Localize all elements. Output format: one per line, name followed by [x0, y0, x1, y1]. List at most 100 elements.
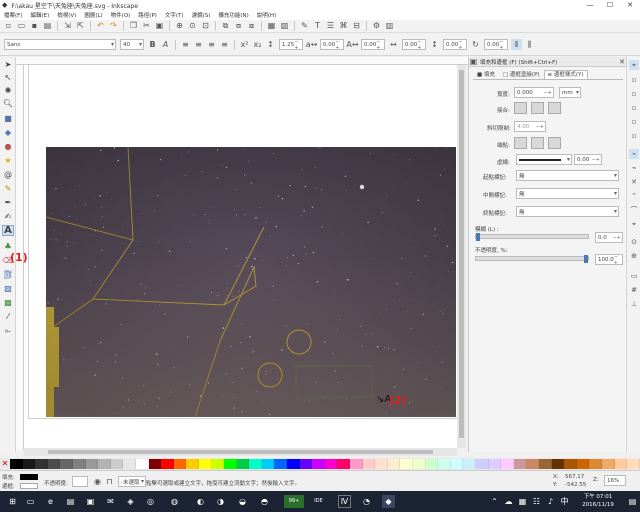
letter-spacing-field[interactable]: 0.00 [320, 39, 344, 50]
rectangle-tool-icon[interactable]: ■ [2, 113, 14, 124]
duplicate-icon[interactable]: ⧉ [220, 21, 231, 32]
connector-tool-icon[interactable]: ⟜ [2, 325, 14, 336]
menu-file[interactable]: 檔案(F) [4, 11, 22, 19]
tab-fill[interactable]: ■ 填充 [473, 70, 499, 79]
horizontal-scroll-thumb[interactable] [48, 450, 433, 454]
tab-stroke-style[interactable]: ≡ 邊框樣式(Y) [543, 70, 588, 79]
opacity-field[interactable]: 100.0 [595, 254, 623, 265]
snap-bbox-midpoint-icon[interactable]: ▫ [629, 117, 639, 127]
color-swatch[interactable] [526, 459, 539, 469]
color-swatch[interactable] [148, 459, 162, 469]
snap-guide-icon[interactable]: ⊥ [629, 299, 639, 309]
preferences-icon[interactable]: ⚙ [371, 21, 382, 32]
color-swatch[interactable] [22, 459, 36, 469]
clone-icon[interactable]: ⧈ [233, 21, 244, 32]
color-swatch[interactable] [60, 459, 73, 469]
menu-extensions[interactable]: 擴充功能(N) [218, 11, 248, 19]
color-swatch[interactable] [161, 459, 174, 469]
bevel-join-button[interactable] [548, 102, 561, 114]
spiral-tool-icon[interactable]: @ [2, 169, 14, 180]
star-tool-icon[interactable]: ★ [2, 155, 14, 166]
zoom-drawing-icon[interactable]: ⊙ [187, 21, 198, 32]
opacity-slider-knob[interactable] [584, 255, 588, 263]
blur-slider[interactable] [475, 233, 589, 241]
snap-bbox-edge-icon[interactable]: ▫ [629, 89, 639, 99]
color-swatch[interactable] [47, 459, 61, 469]
color-swatch[interactable] [501, 459, 514, 469]
snap-midpoint-icon[interactable]: ⌖ [629, 219, 639, 229]
color-swatch[interactable] [72, 459, 86, 469]
edge-browser-icon[interactable]: e [44, 495, 57, 508]
ime-icon[interactable]: 中 [558, 495, 571, 508]
app-icon[interactable]: ◈ [124, 495, 137, 508]
fill-indicator-swatch[interactable] [20, 474, 38, 480]
app-icon[interactable]: ◔ [360, 495, 373, 508]
snap-center-icon[interactable]: ⊙ [629, 237, 639, 247]
opacity-status-field[interactable] [72, 476, 88, 487]
align-center-icon[interactable]: ≡ [193, 39, 204, 50]
color-swatch[interactable] [350, 459, 363, 469]
minimize-button[interactable]: — [580, 0, 600, 10]
color-swatch[interactable] [614, 459, 628, 469]
layers-icon[interactable]: ☰ [325, 21, 336, 32]
butt-cap-button[interactable] [514, 137, 527, 149]
miter-join-button[interactable] [514, 102, 527, 114]
color-swatch[interactable] [362, 459, 376, 469]
windows-start-icon[interactable]: ⊞ [6, 495, 19, 508]
snap-rotation-center-icon[interactable]: ⊕ [629, 251, 639, 261]
undo-icon[interactable]: ↶ [95, 21, 106, 32]
color-swatch[interactable] [274, 459, 288, 469]
zoom-field[interactable]: 16% [604, 475, 626, 486]
color-swatch[interactable] [85, 459, 99, 469]
align-left-icon[interactable]: ≡ [180, 39, 191, 50]
miter-limit-field[interactable]: 4.00 [514, 121, 546, 132]
v-kern-field[interactable]: 0.00 [443, 39, 467, 50]
color-swatch[interactable] [463, 459, 476, 469]
stroke-indicator-swatch[interactable] [20, 483, 38, 489]
mail-icon[interactable]: ✉ [104, 495, 117, 508]
snap-bbox-icon[interactable]: ▫ [629, 75, 639, 85]
start-marker-select[interactable]: 無 [516, 170, 619, 181]
app-icon[interactable]: ◎ [144, 495, 157, 508]
selector-tool-icon[interactable]: ➤ [2, 59, 14, 70]
h-kern-field[interactable]: 0.00 [402, 39, 426, 50]
snap-bbox-center-icon[interactable]: ▫ [629, 131, 639, 141]
color-swatch[interactable] [135, 459, 149, 469]
text-tool-icon[interactable]: A [2, 225, 14, 236]
no-paint-swatch-icon[interactable]: ✕ [0, 459, 10, 469]
color-swatch[interactable] [475, 459, 489, 469]
app-icon[interactable]: ◍ [168, 495, 181, 508]
vertical-text-icon[interactable]: ⫼ [524, 39, 535, 50]
menu-view[interactable]: 檢視(V) [57, 11, 76, 19]
print-icon[interactable]: ▤ [42, 21, 53, 32]
app-icon[interactable]: Ⅳ [338, 495, 351, 508]
align-icon[interactable]: ⊟ [351, 21, 362, 32]
font-size-select[interactable]: 40 [120, 39, 144, 50]
color-swatch[interactable] [438, 459, 451, 469]
color-swatch[interactable] [173, 459, 187, 469]
app-icon[interactable]: ◓ [258, 495, 271, 508]
node-tool-icon[interactable]: ↖ [2, 72, 14, 83]
gradient-tool-icon[interactable]: ▨ [2, 283, 14, 294]
color-swatch[interactable] [513, 459, 527, 469]
paste-icon[interactable]: ▣ [154, 21, 165, 32]
mid-marker-select[interactable]: 無 [516, 188, 619, 199]
ungroup-icon[interactable]: ▧ [279, 21, 290, 32]
calligraphy-tool-icon[interactable]: ✍ [2, 211, 14, 222]
round-cap-button[interactable] [531, 137, 544, 149]
copy-icon[interactable]: ❐ [128, 21, 139, 32]
color-swatch[interactable] [601, 459, 615, 469]
snap-cusp-icon[interactable]: ⌃ [629, 191, 639, 201]
fill-stroke-icon[interactable]: ✎ [299, 21, 310, 32]
volume-icon[interactable]: ♪ [544, 495, 557, 508]
justify-icon[interactable]: ≡ [219, 39, 230, 50]
align-right-icon[interactable]: ≡ [206, 39, 217, 50]
color-swatch[interactable] [538, 459, 552, 469]
mesh-tool-icon[interactable]: ▩ [2, 297, 14, 308]
color-swatch[interactable] [224, 459, 237, 469]
task-view-icon[interactable]: ▭ [24, 495, 37, 508]
snap-smooth-icon[interactable]: ⌒ [629, 205, 639, 215]
snap-grid-icon[interactable]: # [629, 285, 639, 295]
inkscape-taskbar-icon[interactable]: ◆ [382, 495, 395, 508]
color-swatch[interactable] [312, 459, 325, 469]
